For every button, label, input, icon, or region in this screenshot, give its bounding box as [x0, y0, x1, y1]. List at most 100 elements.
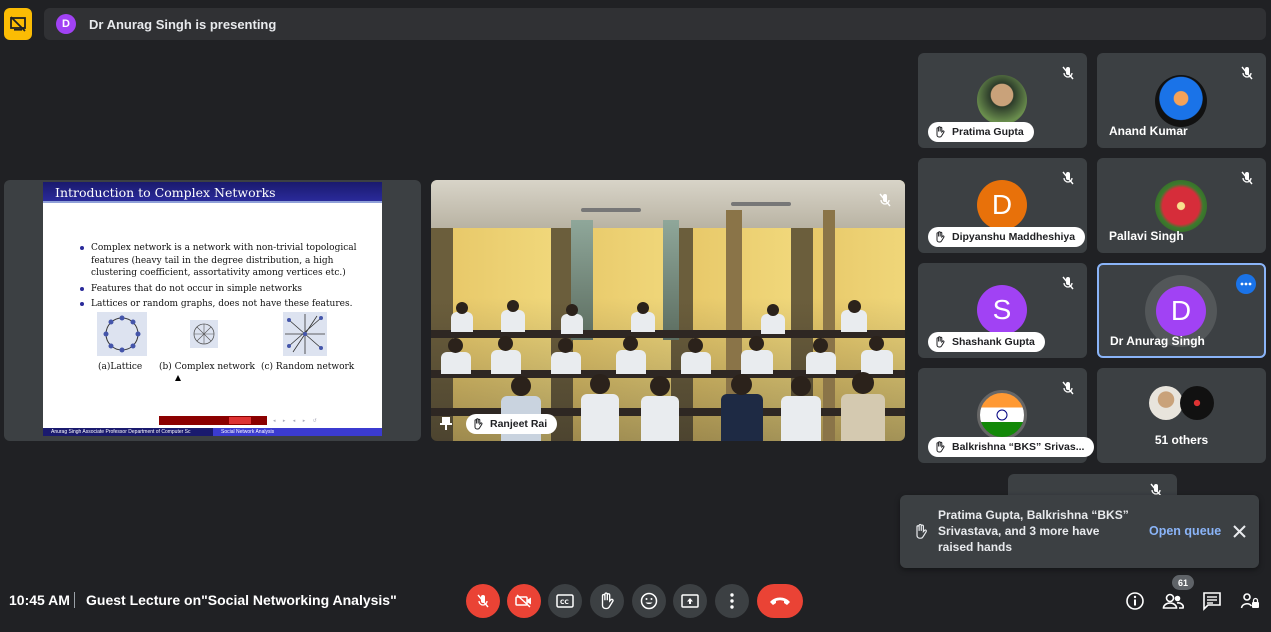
chat-button[interactable] [1201, 590, 1223, 612]
more-options-button[interactable] [715, 584, 749, 618]
mic-off-icon [879, 193, 891, 207]
raised-hand-icon [936, 441, 945, 453]
mic-off-icon [477, 594, 489, 608]
videocam-off-icon [515, 594, 531, 608]
emoji-icon [640, 592, 658, 610]
participant-tile[interactable]: Pallavi Singh [1097, 158, 1266, 253]
participant-name: Balkrishna “BKS” Srivas... [952, 441, 1085, 453]
slide-bullet: Lattices or random graphs, does not have… [80, 298, 370, 311]
raised-hand-icon [916, 523, 927, 539]
complex-network-figure [190, 320, 218, 348]
mic-off-icon [1241, 66, 1253, 80]
divider [74, 592, 75, 608]
more-options-button[interactable] [1236, 274, 1256, 294]
close-icon[interactable] [1233, 525, 1246, 538]
participant-tile[interactable]: Pratima Gupta [918, 53, 1087, 148]
closed-captions-icon: CC [556, 594, 574, 608]
raised-hands-message: Pratima Gupta, Balkrishna “BKS” Srivasta… [938, 508, 1129, 554]
slide-footer-left: Anurag Singh Associate Professor Departm… [51, 429, 191, 435]
info-icon [1126, 592, 1144, 610]
presenter-avatar: D [56, 14, 76, 34]
meeting-details-button[interactable] [1124, 590, 1146, 612]
mic-off-icon [1062, 381, 1074, 395]
participant-avatar-photo [1155, 75, 1207, 127]
caption-complex: (b) Complex network [159, 362, 256, 372]
leave-call-button[interactable] [757, 584, 803, 618]
participant-tile[interactable]: Anand Kumar [1097, 53, 1266, 148]
present-now-button[interactable] [673, 584, 707, 618]
more-horiz-icon [1240, 282, 1252, 286]
participant-name: Dipyanshu Maddheshiya [952, 231, 1076, 243]
meeting-title: Guest Lecture on"Social Networking Analy… [86, 592, 397, 608]
video-fan [731, 202, 791, 206]
svg-text:CC: CC [560, 599, 569, 606]
slide-header: Introduction to Complex Networks [43, 182, 382, 203]
others-avatar-photo [1149, 386, 1183, 420]
slide-footer-right: Social Network Analysis [213, 428, 382, 436]
mic-off-icon [1062, 66, 1074, 80]
slide-bullets: Complex network is a network with non-tr… [80, 242, 370, 314]
caption-random: (c) Random network [261, 362, 355, 372]
participant-avatar-photo [1155, 180, 1207, 232]
participant-tile[interactable]: Balkrishna “BKS” Srivas... [918, 368, 1095, 463]
slide-footer: Anurag Singh Associate Professor Departm… [43, 428, 382, 436]
participant-name-chip: Balkrishna “BKS” Srivas... [928, 437, 1095, 457]
slide-bullet: Features that do not occur in simple net… [80, 283, 370, 296]
participant-name: Ranjeet Rai [490, 418, 548, 430]
participant-tile[interactable]: S Shashank Gupta [918, 263, 1087, 358]
raised-hands-toast: Pratima Gupta, Balkrishna “BKS” Srivasta… [900, 495, 1259, 568]
mouse-cursor [175, 375, 181, 381]
raised-hand-icon [936, 231, 945, 243]
mic-off-icon [1062, 276, 1074, 290]
participant-avatar: D [1156, 286, 1206, 336]
host-controls-button[interactable] [1239, 590, 1261, 612]
people-button[interactable] [1162, 590, 1184, 612]
present-off-icon [10, 16, 26, 32]
camera-toggle-button[interactable] [507, 584, 541, 618]
participant-tile-active[interactable]: D Dr Anurag Singh [1097, 263, 1266, 358]
participant-name-chip: Dipyanshu Maddheshiya [928, 227, 1086, 247]
mic-off-icon [1241, 171, 1253, 185]
raise-hand-button[interactable] [590, 584, 624, 618]
participant-avatar-photo [977, 390, 1027, 440]
chakra-icon [996, 409, 1008, 421]
participant-name-chip: Shashank Gupta [928, 332, 1045, 352]
slide-bullet: Complex network is a network with non-tr… [80, 242, 370, 280]
caption-lattice: (a)Lattice [98, 362, 143, 372]
participant-name: Anand Kumar [1109, 124, 1188, 138]
participant-avatar: S [977, 285, 1027, 335]
slide-title: Introduction to Complex Networks [55, 185, 276, 200]
stop-presenting-button[interactable] [4, 8, 32, 40]
participant-name-chip: Pratima Gupta [928, 122, 1034, 142]
raised-hand-icon [936, 336, 945, 348]
microphone-toggle-button[interactable] [466, 584, 500, 618]
people-icon [1162, 593, 1184, 609]
chat-icon [1203, 592, 1221, 611]
pin-icon[interactable] [440, 416, 452, 430]
open-queue-button[interactable]: Open queue [1149, 524, 1221, 538]
participant-name: Dr Anurag Singh [1110, 334, 1205, 348]
participant-count-badge: 61 [1172, 575, 1194, 590]
others-tile[interactable]: 51 others [1097, 368, 1266, 463]
present-to-all-icon [681, 594, 699, 608]
presentation-slide: Introduction to Complex Networks Complex… [43, 182, 382, 436]
host-controls-icon [1240, 593, 1259, 609]
random-network-figure [283, 312, 327, 356]
raised-hand-icon [474, 418, 483, 430]
others-count: 51 others [1154, 433, 1209, 447]
presenting-text: Dr Anurag Singh is presenting [89, 16, 277, 32]
participant-avatar: D [977, 180, 1027, 230]
presentation-tile[interactable]: Introduction to Complex Networks Complex… [4, 180, 421, 441]
participant-tile[interactable]: D Dipyanshu Maddheshiya [918, 158, 1087, 253]
meeting-clock: 10:45 AM [9, 592, 70, 608]
lattice-figure [97, 312, 147, 356]
video-tile-ranjeet-rai[interactable]: Ranjeet Rai [431, 180, 905, 441]
others-avatar-photo [1180, 386, 1214, 420]
presenting-banner: D Dr Anurag Singh is presenting [44, 8, 1266, 40]
participant-avatar-photo [977, 75, 1027, 125]
slide-nav-icons: ◂ ▸ ◂ ▸ ↺ [273, 418, 320, 424]
captions-button[interactable]: CC [548, 584, 582, 618]
video-fan [581, 208, 641, 212]
more-vert-icon [730, 593, 734, 609]
reactions-button[interactable] [632, 584, 666, 618]
